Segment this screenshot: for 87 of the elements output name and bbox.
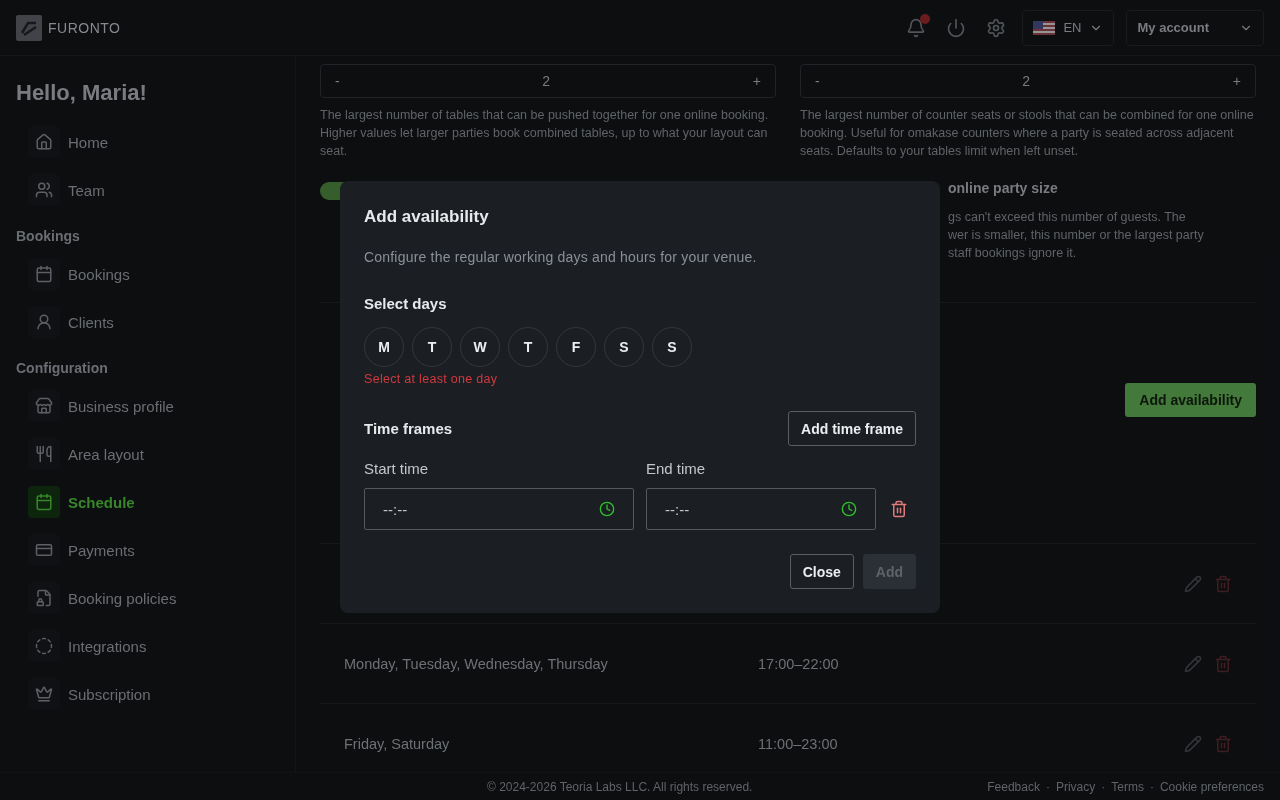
nav-item[interactable]: Booking policies	[28, 578, 279, 618]
store-icon	[28, 390, 60, 422]
nav-label: Booking policies	[68, 589, 177, 607]
field-label: End time	[646, 460, 707, 477]
edit-icon[interactable]	[1184, 734, 1202, 753]
trash-icon[interactable]	[890, 500, 908, 518]
people-icon	[28, 174, 60, 206]
copyright: © 2024-2026 Teoria Labs LLC. All rights reserved.	[487, 779, 753, 794]
stepper-value: 2	[1022, 73, 1031, 89]
account-menu[interactable]: My account	[1126, 9, 1264, 46]
close-button[interactable]: Close	[789, 554, 854, 589]
help-text: gs can't exceed this number of guests. The	[948, 209, 1187, 226]
add-time-frame-button[interactable]: Add time frame	[788, 411, 916, 446]
hours-cell: 11:00–23:00	[758, 735, 838, 752]
number-stepper[interactable]: - 2 +	[800, 64, 1256, 98]
minus-button[interactable]: -	[815, 73, 820, 89]
nav-label: Payments	[68, 541, 135, 559]
minus-button[interactable]: -	[335, 73, 340, 89]
house-icon	[28, 126, 60, 158]
nav-item[interactable]: Schedule	[28, 482, 279, 522]
dialog-description: Configure the regular working days and hours for your venue.	[364, 249, 758, 265]
utensils-icon	[28, 438, 60, 470]
clock-icon	[841, 501, 857, 517]
nav-label: Bookings	[68, 265, 130, 283]
crown-icon	[28, 678, 60, 710]
time-input[interactable]: --:--	[646, 488, 876, 530]
nav-item[interactable]: Bookings	[28, 254, 279, 294]
nav-item[interactable]: Subscription	[28, 674, 279, 714]
setting-title: online party size	[948, 180, 1059, 196]
logo-text: FURONTO	[48, 19, 121, 36]
nav-label: Home	[68, 133, 108, 151]
error-message: Select at least one day	[364, 372, 499, 386]
add-availability-button[interactable]: Add availability	[1125, 383, 1256, 417]
help-text: staff bookings ignore it.	[948, 245, 1078, 262]
nav-label: Area layout	[68, 445, 144, 463]
notification-dot	[920, 13, 931, 24]
days-cell: Friday, Saturday	[344, 735, 450, 752]
language-code: EN	[1063, 20, 1082, 35]
nav-item[interactable]: Integrations	[28, 626, 279, 666]
nav-item[interactable]: Team	[28, 170, 279, 210]
time-frames-label: Time frames	[364, 420, 453, 437]
nav-label: Integrations	[68, 637, 147, 655]
days-cell: Monday, Tuesday, Wednesday, Thursday	[344, 655, 608, 672]
nav-item[interactable]: Business profile	[28, 386, 279, 426]
nav-item[interactable]: Payments	[28, 530, 279, 570]
days-label: Select days	[364, 295, 448, 312]
time-input[interactable]: --:--	[364, 488, 634, 530]
dialog-title: Add availability	[364, 207, 490, 227]
nav-label: Team	[68, 181, 105, 199]
greeting: Hello, Maria!	[16, 80, 148, 106]
document-lock-icon	[28, 582, 60, 614]
section-title: Bookings	[16, 228, 81, 244]
plus-button[interactable]: +	[752, 73, 761, 89]
footer-link[interactable]: Feedback	[987, 779, 1040, 794]
edit-icon[interactable]	[1184, 654, 1202, 673]
section-title: Configuration	[16, 360, 109, 376]
nav-label: Business profile	[68, 397, 174, 415]
nav-label: Subscription	[68, 685, 151, 703]
logo-icon	[16, 14, 42, 41]
language-select[interactable]: EN	[1022, 9, 1115, 46]
edit-icon[interactable]	[1184, 574, 1202, 593]
card-icon	[28, 534, 60, 566]
hours-cell: 17:00–22:00	[758, 655, 839, 672]
person-icon	[28, 306, 60, 338]
nav-label: Clients	[68, 313, 114, 331]
flag-icon	[1033, 20, 1056, 35]
field-label: Start time	[364, 460, 430, 477]
help-text: The largest number of tables that can be pushed together for one online booking. Higher values let larger parties book combined tables, up to what your layout can seat.	[320, 107, 770, 160]
plus-button[interactable]: +	[1232, 73, 1241, 89]
separator: ·	[1101, 779, 1106, 794]
footer-link[interactable]: Cookie preferences	[1159, 779, 1264, 794]
nav-item[interactable]: Area layout	[28, 434, 279, 474]
number-stepper[interactable]: - 2 +	[320, 64, 776, 98]
nav-item[interactable]: Clients	[28, 302, 279, 342]
footer-link[interactable]: Terms	[1111, 779, 1144, 794]
help-text: The largest number of counter seats or stools that can be combined for one online booking. Useful for omakase counters where a party is seated across adjacent seats. Defaults to your tables limit when left unset.	[800, 107, 1255, 160]
calendar-icon	[28, 486, 60, 518]
nav-item[interactable]: Home	[28, 122, 279, 162]
clock-icon	[599, 501, 615, 517]
calendar-icon	[28, 258, 60, 290]
separator: ·	[1149, 779, 1154, 794]
separator: ·	[1045, 779, 1050, 794]
footer-link[interactable]: Privacy	[1055, 779, 1096, 794]
stepper-value: 2	[542, 73, 551, 89]
help-text: wer is smaller, this number or the largest party	[948, 227, 1205, 244]
account-label: My account	[1137, 20, 1209, 35]
nav-label: Schedule	[68, 493, 135, 511]
